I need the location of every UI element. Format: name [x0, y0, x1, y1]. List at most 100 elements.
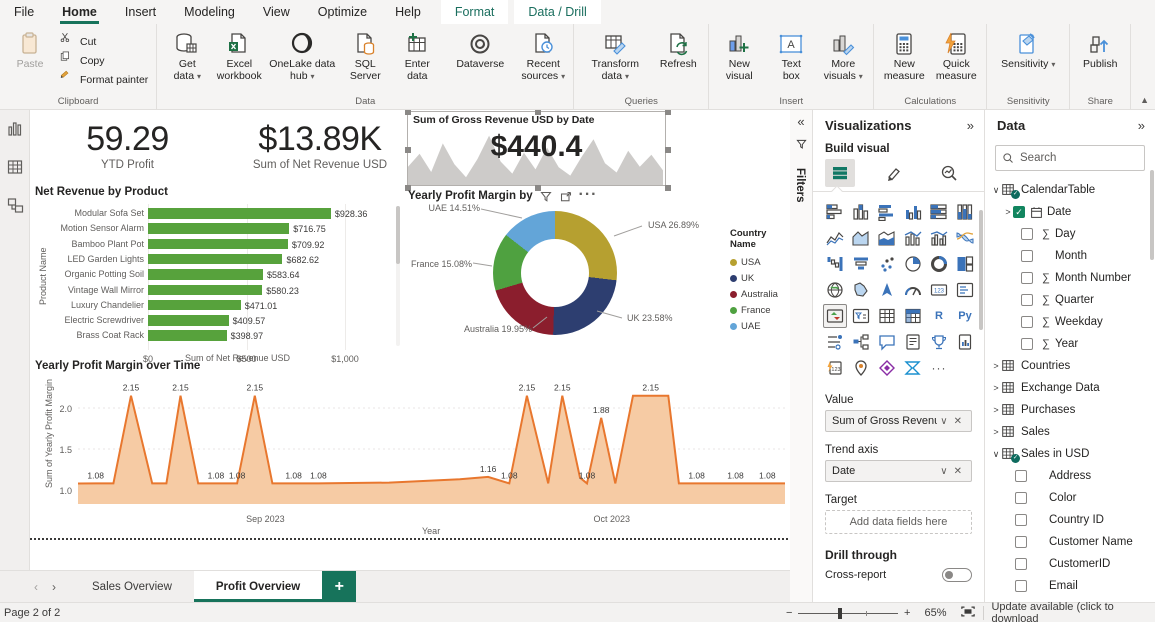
- bar[interactable]: [148, 254, 282, 265]
- ribbon-tab-view[interactable]: View: [249, 0, 304, 24]
- new-measure-button[interactable]: Newmeasure: [878, 28, 930, 82]
- bar[interactable]: [148, 285, 262, 296]
- cross-report-toggle[interactable]: [942, 568, 972, 582]
- field-checkbox[interactable]: [1015, 470, 1027, 482]
- 100-stacked-bar-chart-icon[interactable]: [927, 200, 951, 224]
- table-sales-in-usd[interactable]: ∨ ✓Sales in USD: [985, 443, 1155, 465]
- excel-workbook-button[interactable]: Excelworkbook: [213, 28, 265, 82]
- matrix-icon[interactable]: [901, 304, 925, 328]
- bar[interactable]: [148, 223, 289, 234]
- stacked-area-chart-icon[interactable]: [875, 226, 899, 250]
- metrics-icon[interactable]: [927, 330, 951, 354]
- field-checkbox[interactable]: [1021, 294, 1033, 306]
- visualizations-scrollbar[interactable]: [979, 210, 983, 330]
- field-checkbox[interactable]: [1015, 558, 1027, 570]
- new-visual-button[interactable]: Newvisual: [713, 28, 765, 82]
- ribbon-tab-optimize[interactable]: Optimize: [304, 0, 381, 24]
- table-countries[interactable]: ˃ Countries: [985, 355, 1155, 377]
- onelake-data-hub-button[interactable]: OneLake datahub ▾: [265, 28, 339, 83]
- refresh-button[interactable]: Refresh: [652, 28, 704, 70]
- ribbon-tab-help[interactable]: Help: [381, 0, 435, 24]
- legend-item[interactable]: UK: [730, 270, 790, 286]
- filters-pane-collapsed[interactable]: « Filters: [790, 110, 813, 602]
- bar[interactable]: [148, 315, 229, 326]
- field-year[interactable]: ∑Year: [985, 333, 1155, 355]
- bar[interactable]: [148, 300, 241, 311]
- field-dropdown-icon[interactable]: ∨: [937, 466, 950, 477]
- bar[interactable]: [148, 330, 227, 341]
- text-box-button[interactable]: ATextbox: [765, 28, 817, 82]
- selection-handle[interactable]: [405, 147, 411, 153]
- bar-chart-scrollbar[interactable]: [396, 206, 400, 346]
- build-visual-tab[interactable]: [825, 159, 855, 187]
- bar[interactable]: [148, 239, 288, 250]
- field-checkbox[interactable]: [1021, 272, 1033, 284]
- field-address[interactable]: Address: [985, 465, 1155, 487]
- expand-filters-icon[interactable]: «: [790, 110, 812, 129]
- bar[interactable]: [148, 269, 263, 280]
- slicer-icon[interactable]: [849, 304, 873, 328]
- bar[interactable]: [148, 208, 331, 219]
- 100-stacked-column-chart-icon[interactable]: [953, 200, 977, 224]
- area-chart[interactable]: 1.082.152.151.081.082.151.081.081.161.08…: [78, 378, 785, 514]
- selection-handle[interactable]: [665, 147, 671, 153]
- legend-item[interactable]: UAE: [730, 318, 790, 334]
- table-exchange-data[interactable]: ˃ Exchange Data: [985, 377, 1155, 399]
- enter-data-button[interactable]: Enterdata: [391, 28, 443, 82]
- remove-field-icon[interactable]: ✕: [951, 466, 965, 477]
- fit-to-page-icon[interactable]: [961, 606, 975, 620]
- expand-chevron-icon[interactable]: ˃: [991, 361, 1001, 371]
- previous-page-arrow-icon[interactable]: ‹: [34, 580, 38, 594]
- zoom-out-button[interactable]: −: [786, 607, 792, 619]
- ribbon-tab-insert[interactable]: Insert: [111, 0, 170, 24]
- page-tab-profit-overview[interactable]: Profit Overview: [194, 571, 322, 602]
- donut-chart[interactable]: [493, 211, 617, 335]
- field-checkbox[interactable]: [1021, 228, 1033, 240]
- funnel-chart-icon[interactable]: [849, 252, 873, 276]
- data-pane-scrollbar[interactable]: [1150, 170, 1154, 260]
- collapse-chevron-icon[interactable]: ∨: [991, 185, 1001, 196]
- field-country-id[interactable]: Country ID: [985, 509, 1155, 531]
- zoom-in-button[interactable]: +: [904, 607, 910, 619]
- key-influencers-icon[interactable]: [823, 330, 847, 354]
- quick-measure-button[interactable]: Quickmeasure: [930, 28, 982, 82]
- new-page-button[interactable]: +: [322, 571, 356, 602]
- power-automate-icon[interactable]: [901, 356, 925, 380]
- table-calendartable[interactable]: ∨ ✓CalendarTable: [985, 179, 1155, 201]
- quick-measure-icon[interactable]: 123: [823, 356, 847, 380]
- field-checkbox[interactable]: [1021, 316, 1033, 328]
- collapse-visualizations-icon[interactable]: »: [967, 118, 974, 133]
- ribbon-tab-home[interactable]: Home: [48, 0, 111, 24]
- next-page-arrow-icon[interactable]: ›: [52, 580, 56, 594]
- sql-server-button[interactable]: SQLServer: [339, 28, 391, 82]
- filter-icon[interactable]: [538, 190, 554, 204]
- scatter-chart-icon[interactable]: [875, 252, 899, 276]
- donut-chart-icon[interactable]: [927, 252, 951, 276]
- model-view-icon[interactable]: [0, 186, 30, 224]
- filled-map-icon[interactable]: [849, 278, 873, 302]
- smart-narrative-icon[interactable]: [901, 330, 925, 354]
- field-dropdown-icon[interactable]: ∨: [937, 416, 950, 427]
- power-apps-icon[interactable]: [875, 356, 899, 380]
- collapse-ribbon-icon[interactable]: ▲: [1140, 95, 1149, 105]
- expand-chevron-icon[interactable]: ˃: [1003, 207, 1013, 217]
- format-painter-button[interactable]: Format painter: [56, 70, 152, 89]
- selection-handle[interactable]: [535, 110, 541, 115]
- copy-button[interactable]: Copy: [56, 51, 152, 70]
- analytics-tab[interactable]: [934, 159, 964, 187]
- ribbon-chart-icon[interactable]: [953, 226, 977, 250]
- map-icon[interactable]: [823, 278, 847, 302]
- stacked-column-chart-icon[interactable]: [849, 200, 873, 224]
- table-purchases[interactable]: ˃ Purchases: [985, 399, 1155, 421]
- update-available-link[interactable]: Update available (click to download: [991, 601, 1155, 622]
- paste-button[interactable]: Paste: [4, 28, 56, 70]
- qa-visual-icon[interactable]: [875, 330, 899, 354]
- field-checkbox[interactable]: ✓: [1013, 206, 1025, 218]
- format-visual-tab[interactable]: [880, 159, 910, 187]
- expand-chevron-icon[interactable]: ˃: [991, 383, 1001, 393]
- ribbon-tab-modeling[interactable]: Modeling: [170, 0, 249, 24]
- cut-button[interactable]: Cut: [56, 32, 152, 51]
- legend-item[interactable]: Australia: [730, 286, 790, 302]
- line-chart-icon[interactable]: [823, 226, 847, 250]
- selection-handle[interactable]: [665, 185, 671, 191]
